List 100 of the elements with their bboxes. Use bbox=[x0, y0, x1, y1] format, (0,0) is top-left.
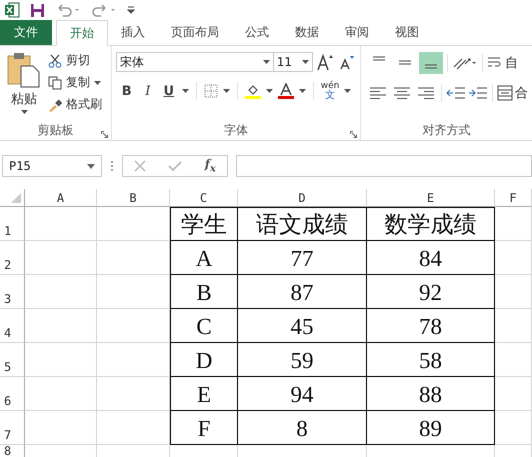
row-header[interactable]: 2 bbox=[4, 258, 12, 272]
underline-button[interactable]: U bbox=[160, 84, 177, 98]
table-cell: 94 bbox=[238, 377, 367, 411]
table-cell: 88 bbox=[367, 377, 495, 411]
column-header[interactable]: A bbox=[56, 190, 64, 204]
row-header[interactable]: 3 bbox=[4, 292, 12, 306]
redo-icon[interactable] bbox=[91, 3, 117, 17]
table-cell: A bbox=[170, 241, 238, 275]
empty-cell bbox=[25, 275, 97, 309]
merge-label[interactable]: 合 bbox=[515, 84, 528, 102]
dropdown-arrow-icon[interactable] bbox=[262, 60, 270, 64]
align-center-icon[interactable] bbox=[391, 85, 413, 101]
fill-color-icon[interactable] bbox=[244, 83, 261, 99]
table-cell: 92 bbox=[367, 275, 495, 309]
group-label: 剪贴板 bbox=[37, 122, 74, 138]
ribbon-tab[interactable]: 页面布局 bbox=[158, 20, 232, 45]
table-cell: 语文成绩 bbox=[238, 207, 367, 241]
dropdown-arrow-icon[interactable] bbox=[266, 89, 273, 93]
column-header[interactable]: B bbox=[129, 190, 137, 204]
dialog-launcher-icon[interactable] bbox=[100, 131, 108, 138]
paste-label[interactable]: 粘贴 bbox=[11, 90, 37, 108]
column-header[interactable]: F bbox=[509, 190, 517, 204]
empty-cell bbox=[495, 275, 532, 309]
shrink-font-icon[interactable] bbox=[338, 54, 355, 70]
column-header[interactable]: E bbox=[426, 190, 434, 204]
name-box[interactable]: P15 bbox=[2, 155, 102, 177]
paintbrush-icon[interactable] bbox=[48, 98, 62, 112]
dropdown-arrow-icon[interactable] bbox=[87, 164, 95, 168]
format-painter-label[interactable]: 格式刷 bbox=[66, 96, 102, 113]
group-label: 字体 bbox=[224, 122, 248, 138]
table-cell: B bbox=[170, 275, 238, 309]
dropdown-arrow-icon[interactable] bbox=[298, 89, 306, 93]
dropdown-arrow-icon[interactable] bbox=[20, 110, 28, 114]
empty-cell bbox=[495, 241, 532, 275]
group-label: 对齐方式 bbox=[422, 122, 470, 138]
font-name-field[interactable]: 宋体 bbox=[116, 52, 274, 72]
clipboard-icon[interactable] bbox=[7, 52, 41, 88]
row-header[interactable]: 5 bbox=[4, 360, 12, 374]
table-cell: 45 bbox=[238, 309, 367, 343]
empty-cell bbox=[25, 241, 97, 275]
empty-cell bbox=[495, 411, 532, 445]
column-header[interactable]: C bbox=[200, 190, 208, 204]
table-cell: 59 bbox=[238, 343, 367, 377]
font-size-field[interactable]: 11 bbox=[272, 52, 313, 72]
dropdown-arrow-icon[interactable] bbox=[344, 89, 352, 93]
table-cell: 77 bbox=[238, 241, 367, 275]
dialog-launcher-icon[interactable] bbox=[350, 131, 357, 138]
increase-indent-icon[interactable] bbox=[468, 85, 488, 101]
table-cell: F bbox=[170, 411, 238, 445]
table-cell: C bbox=[170, 309, 238, 343]
decrease-indent-icon[interactable] bbox=[446, 85, 466, 101]
file-tab[interactable]: 文件 bbox=[0, 20, 52, 45]
table-cell: 学生 bbox=[170, 207, 238, 241]
row-header[interactable]: 7 bbox=[4, 428, 12, 442]
bold-button[interactable]: B bbox=[118, 84, 135, 98]
ribbon-tab[interactable]: 审阅 bbox=[332, 20, 382, 45]
dropdown-arrow-icon[interactable] bbox=[94, 80, 101, 84]
empty-cell bbox=[25, 377, 97, 411]
customize-menu-icon[interactable] bbox=[127, 5, 135, 15]
wrap-text-label[interactable]: 自 bbox=[505, 54, 518, 72]
more-options-icon[interactable] bbox=[110, 160, 114, 172]
ribbon-tab[interactable]: 插入 bbox=[108, 20, 158, 45]
table-cell: E bbox=[170, 377, 238, 411]
formula-input[interactable] bbox=[236, 155, 532, 177]
copy-icon[interactable] bbox=[48, 76, 62, 90]
table-cell: 87 bbox=[238, 275, 367, 309]
dropdown-arrow-icon[interactable] bbox=[222, 89, 230, 93]
empty-cell bbox=[495, 377, 532, 411]
row-header[interactable]: 6 bbox=[4, 394, 12, 408]
row-header[interactable]: 4 bbox=[4, 326, 12, 340]
insert-function-button[interactable]: f$_{x}$ bbox=[204, 157, 216, 175]
column-header[interactable]: D bbox=[298, 190, 306, 204]
ribbon-tab[interactable]: 数据 bbox=[282, 20, 332, 45]
italic-button[interactable]: I bbox=[140, 84, 156, 98]
dropdown-arrow-icon[interactable] bbox=[302, 60, 309, 64]
table-cell: 84 bbox=[367, 241, 495, 275]
ribbon-tab[interactable]: 开始 bbox=[56, 20, 108, 46]
empty-cell bbox=[495, 343, 532, 377]
merge-cells-icon[interactable] bbox=[497, 85, 513, 101]
row-header[interactable]: 1 bbox=[4, 224, 12, 238]
ribbon-tab[interactable]: 视图 bbox=[382, 20, 432, 45]
table-cell: 78 bbox=[367, 309, 495, 343]
dropdown-arrow-icon[interactable] bbox=[182, 89, 189, 93]
align-right-icon[interactable] bbox=[415, 85, 437, 101]
table-cell: 58 bbox=[367, 343, 495, 377]
grow-font-icon[interactable] bbox=[316, 53, 335, 71]
cut-label[interactable]: 剪切 bbox=[66, 52, 90, 69]
row-header[interactable]: 8 bbox=[4, 444, 12, 457]
empty-cell bbox=[25, 411, 97, 445]
table-cell: 89 bbox=[367, 411, 495, 445]
copy-label[interactable]: 复制 bbox=[66, 74, 90, 91]
empty-cell bbox=[495, 309, 532, 343]
ribbon-tab[interactable]: 公式 bbox=[232, 20, 282, 45]
align-left-icon[interactable] bbox=[367, 85, 389, 101]
borders-icon[interactable] bbox=[204, 84, 218, 98]
scissors-icon[interactable] bbox=[48, 54, 62, 68]
table-cell: D bbox=[170, 343, 238, 377]
font-color-icon[interactable] bbox=[278, 83, 294, 99]
bottom-align-icon[interactable] bbox=[419, 52, 443, 74]
phonetic-guide-button[interactable]: wén 文 bbox=[320, 82, 340, 100]
